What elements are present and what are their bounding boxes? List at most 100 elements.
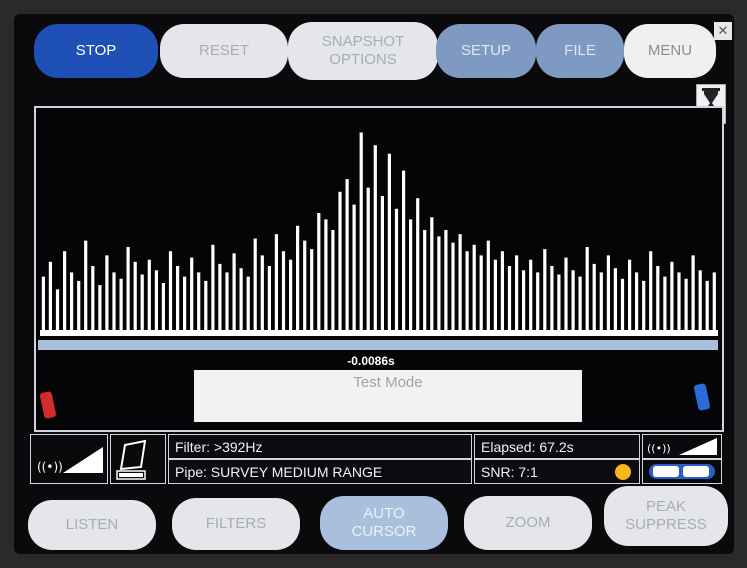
battery-icon bbox=[110, 434, 166, 484]
spectrum-bar bbox=[366, 187, 370, 336]
spectrum-bar bbox=[402, 170, 406, 336]
spectrum-bar bbox=[430, 217, 434, 336]
spectrum-bar bbox=[168, 251, 173, 336]
spectrum-bar bbox=[451, 242, 455, 336]
spectrum-bar bbox=[705, 280, 709, 336]
setup-button[interactable]: SETUP bbox=[436, 24, 536, 78]
spectrum-bar bbox=[620, 278, 625, 336]
spectrum-bar bbox=[274, 234, 278, 336]
spectrum-display[interactable]: -0.0086s Test Mode bbox=[34, 106, 724, 432]
spectrum-bar bbox=[543, 249, 547, 336]
spectrum-bar bbox=[140, 274, 144, 336]
spectrum-bar bbox=[161, 283, 165, 336]
filters-button[interactable]: FILTERS bbox=[172, 498, 300, 550]
spectrum-bar bbox=[41, 276, 45, 336]
cursor-time-label: -0.0086s bbox=[347, 354, 395, 368]
spectrum-bar bbox=[267, 266, 271, 336]
spectrum-bar bbox=[98, 285, 102, 336]
spectrum-bar bbox=[423, 230, 427, 336]
spectrum-bar bbox=[663, 276, 667, 336]
spectrum-bar bbox=[479, 255, 483, 336]
spectrum-bar bbox=[444, 230, 448, 336]
spectrum-bar bbox=[289, 259, 293, 336]
peak-suppress-button[interactable]: PEAK SUPPRESS bbox=[604, 486, 728, 546]
spectrum-bar bbox=[303, 240, 307, 336]
spectrum-bar bbox=[585, 247, 589, 336]
pipe-status: Pipe: SURVEY MEDIUM RANGE bbox=[168, 459, 472, 484]
snr-indicator-icon bbox=[615, 464, 631, 480]
spectrum-bar bbox=[564, 257, 568, 336]
spectrum-bar bbox=[557, 274, 561, 336]
filter-status: Filter: >392Hz bbox=[168, 434, 472, 459]
spectrum-bar bbox=[345, 179, 349, 336]
spectrum-bar bbox=[246, 276, 250, 336]
spectrum-bar bbox=[324, 219, 328, 336]
spectrum-bar bbox=[133, 261, 137, 336]
spectrum-bar bbox=[91, 266, 95, 336]
device-screen: STOP RESET SNAPSHOT OPTIONS SETUP FILE M… bbox=[14, 14, 734, 554]
spectrum-baseline bbox=[40, 330, 718, 336]
spectrum-bar bbox=[211, 244, 215, 336]
spectrum-bar bbox=[599, 272, 603, 336]
menu-button[interactable]: MENU bbox=[624, 24, 716, 78]
spectrum-bar bbox=[458, 234, 462, 336]
spectrum-bar bbox=[670, 261, 674, 336]
spectrum-bar bbox=[698, 270, 702, 336]
left-signal-strength-icon: ((•)) bbox=[30, 434, 108, 484]
listen-button[interactable]: LISTEN bbox=[28, 500, 156, 550]
spectrum-bar bbox=[77, 280, 81, 336]
spectrum-bar bbox=[578, 276, 582, 336]
spectrum-bar bbox=[84, 240, 88, 336]
spectrum-bar bbox=[592, 263, 596, 336]
spectrum-bar bbox=[649, 251, 653, 336]
spectrum-bar bbox=[112, 272, 116, 336]
zoom-button[interactable]: ZOOM bbox=[464, 496, 592, 550]
mode-panel: Test Mode bbox=[194, 370, 582, 422]
snapshot-options-button[interactable]: SNAPSHOT OPTIONS bbox=[288, 22, 438, 80]
reset-button[interactable]: RESET bbox=[160, 24, 288, 78]
spectrum-bar bbox=[296, 225, 300, 336]
spectrum-bar bbox=[239, 268, 243, 336]
spectrum-bar bbox=[642, 280, 646, 336]
spectrum-bar bbox=[197, 272, 201, 336]
spectrum-bar bbox=[218, 263, 222, 336]
auto-cursor-button[interactable]: AUTO CURSOR bbox=[320, 496, 448, 550]
snr-status: SNR: 7:1 bbox=[474, 459, 640, 484]
close-icon[interactable]: ✕ bbox=[714, 22, 732, 40]
spectrum-bar bbox=[126, 247, 130, 336]
spectrum-bar bbox=[529, 259, 533, 336]
spectrum-bar bbox=[507, 266, 512, 336]
spectrum-bar bbox=[635, 272, 639, 336]
spectrum-bar bbox=[472, 244, 476, 336]
time-position-bar[interactable] bbox=[38, 340, 718, 350]
spectrum-bar bbox=[352, 204, 356, 336]
spectrum-bar bbox=[677, 272, 681, 336]
spectrum-bar bbox=[373, 145, 377, 336]
spectrum-bar bbox=[154, 270, 158, 336]
spectrum-bar bbox=[281, 251, 286, 336]
spectrum-bar bbox=[176, 266, 180, 336]
spectrum-bar bbox=[712, 272, 716, 336]
right-signal-strength-icon: ((•)) bbox=[642, 434, 722, 459]
spectrum-bar bbox=[225, 272, 229, 336]
spectrum-bar bbox=[119, 278, 123, 336]
spectrum-bar bbox=[691, 255, 695, 336]
spectrum-bar bbox=[147, 259, 151, 336]
spectrum-bar bbox=[656, 266, 660, 336]
spectrum-bar bbox=[409, 219, 413, 336]
spectrum-bar bbox=[437, 236, 441, 336]
svg-text:((•)): ((•)) bbox=[647, 442, 671, 455]
spectrum-bar bbox=[253, 238, 257, 336]
ground-mode-icon[interactable] bbox=[642, 459, 722, 484]
file-button[interactable]: FILE bbox=[536, 24, 624, 78]
spectrum-bar bbox=[522, 270, 526, 336]
spectrum-bar bbox=[493, 259, 497, 336]
spectrum-bar bbox=[232, 253, 236, 336]
spectrum-bar bbox=[387, 153, 391, 336]
spectrum-bar bbox=[500, 251, 504, 336]
spectrum-bar bbox=[359, 132, 363, 336]
spectrum-bar bbox=[190, 257, 194, 336]
spectrum-bar bbox=[338, 191, 342, 336]
spectrum-bar bbox=[55, 289, 60, 336]
stop-button[interactable]: STOP bbox=[34, 24, 158, 78]
